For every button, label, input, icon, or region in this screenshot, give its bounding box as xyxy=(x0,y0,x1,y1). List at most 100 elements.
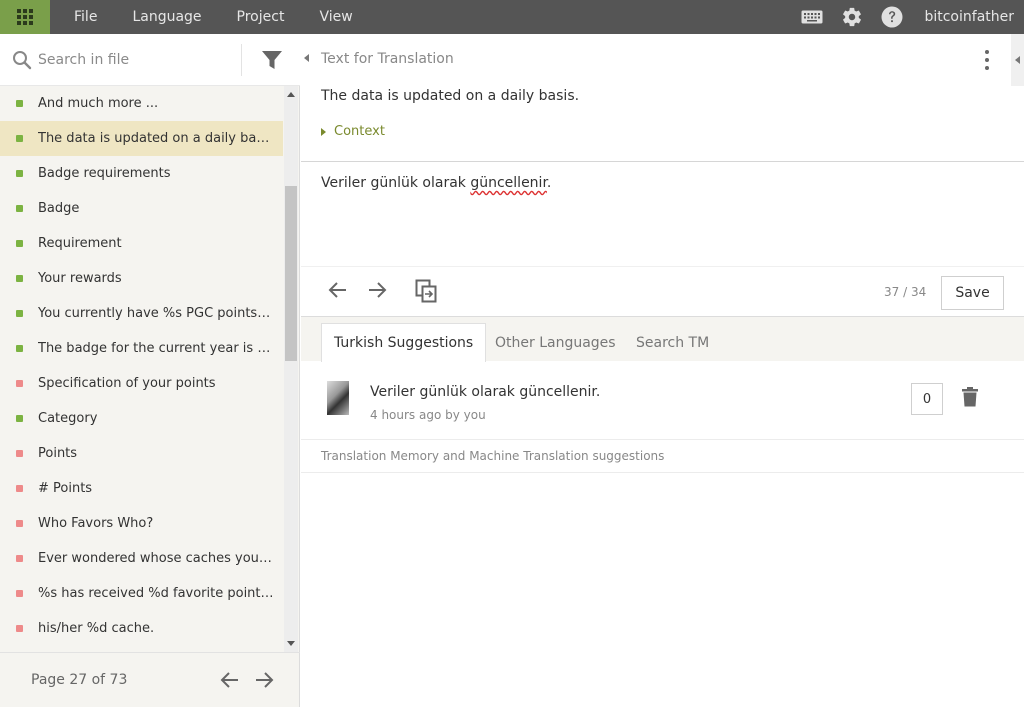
page-indicator: Page 27 of 73 xyxy=(31,672,128,688)
editor-toolbar: 37 / 34 Save xyxy=(301,266,1024,316)
collapse-right-arrow-icon xyxy=(1015,56,1020,64)
search-bar xyxy=(0,34,300,86)
list-item-text: The data is updated on a daily basis. xyxy=(38,131,274,146)
list-item[interactable]: You currently have %s PGC points, wh... xyxy=(0,296,283,331)
trash-icon[interactable] xyxy=(962,387,978,407)
previous-string-arrow-icon[interactable] xyxy=(328,281,348,299)
scroll-thumb[interactable] xyxy=(285,186,297,361)
collapse-left-arrow-icon[interactable] xyxy=(304,54,309,62)
filter-icon xyxy=(262,51,282,69)
filter-button[interactable] xyxy=(258,48,286,72)
status-dot-translated xyxy=(16,170,23,177)
source-header-title: Text for Translation xyxy=(321,51,454,67)
list-item-text: Category xyxy=(38,411,98,426)
keyboard-icon xyxy=(801,10,823,24)
list-item-text: Badge requirements xyxy=(38,166,171,181)
source-header: Text for Translation xyxy=(301,34,1024,86)
list-item[interactable]: Who Favors Who? xyxy=(0,506,283,541)
list-item[interactable]: And much more ... xyxy=(0,86,283,121)
list-item-text: Your rewards xyxy=(38,271,122,286)
list-item-text: And much more ... xyxy=(38,96,159,111)
list-item[interactable]: %s has received %d favorite point on xyxy=(0,576,283,611)
search-input[interactable] xyxy=(38,46,234,74)
list-item[interactable]: Points xyxy=(0,436,283,471)
list-item[interactable]: Your rewards xyxy=(0,261,283,296)
scroll-up-arrow-icon[interactable] xyxy=(287,92,295,97)
menu-project[interactable]: Project xyxy=(237,9,285,25)
tab-turkish-suggestions[interactable]: Turkish Suggestions xyxy=(321,323,487,362)
tm-mt-note-text: Translation Memory and Machine Translati… xyxy=(321,449,665,463)
list-item-text: %s has received %d favorite point on xyxy=(38,586,274,601)
status-dot-untranslated xyxy=(16,450,23,457)
list-item[interactable]: Category xyxy=(0,401,283,436)
scroll-down-arrow-icon[interactable] xyxy=(287,641,295,646)
top-right-tools: bitcoinfather xyxy=(792,0,1024,34)
previous-page-arrow-icon[interactable] xyxy=(220,671,240,689)
list-item[interactable]: Specification of your points xyxy=(0,366,283,401)
help-button[interactable] xyxy=(872,0,912,34)
list-item-text: his/her %d cache. xyxy=(38,621,155,636)
list-item-text: Specification of your points xyxy=(38,376,216,391)
settings-button[interactable] xyxy=(832,0,872,34)
list-item-text: Points xyxy=(38,446,78,461)
status-dot-untranslated xyxy=(16,520,23,527)
list-item[interactable]: Requirement xyxy=(0,226,283,261)
caret-right-icon xyxy=(321,127,326,136)
context-label: Context xyxy=(334,124,385,139)
list-item-text: # Points xyxy=(38,481,93,496)
status-dot-untranslated xyxy=(16,555,23,562)
translation-editor[interactable]: Veriler günlük olarak güncellenir. xyxy=(321,175,551,191)
source-divider xyxy=(301,161,1024,162)
suggestion-item[interactable]: Veriler günlük olarak güncellenir. 4 hou… xyxy=(301,361,1024,440)
status-dot-translated xyxy=(16,310,23,317)
list-item[interactable]: Ever wondered whose caches you like... xyxy=(0,541,283,576)
menu-view[interactable]: View xyxy=(319,9,352,25)
help-icon xyxy=(881,6,903,28)
list-item-text: Ever wondered whose caches you like... xyxy=(38,551,274,566)
misspelled-word: güncellenir xyxy=(470,175,547,191)
menu-file[interactable]: File xyxy=(74,9,97,25)
next-page-arrow-icon[interactable] xyxy=(254,671,274,689)
list-item[interactable]: The badge for the current year is preli.… xyxy=(0,331,283,366)
list-item[interactable]: Badge xyxy=(0,191,283,226)
list-item-text: Who Favors Who? xyxy=(38,516,154,531)
status-dot-translated xyxy=(16,205,23,212)
copy-source-icon[interactable] xyxy=(415,279,437,303)
suggestion-meta: 4 hours ago by you xyxy=(370,408,486,422)
status-dot-untranslated xyxy=(16,625,23,632)
list-item[interactable]: # Points xyxy=(0,471,283,506)
source-text: The data is updated on a daily basis. xyxy=(321,88,580,104)
list-item[interactable]: his/her %d cache. xyxy=(0,611,283,646)
keyboard-shortcuts-button[interactable] xyxy=(792,0,832,34)
tab-other-languages[interactable]: Other Languages xyxy=(483,323,628,362)
tab-search-tm[interactable]: Search TM xyxy=(624,323,721,362)
search-separator xyxy=(241,44,242,76)
editor-panel: Text for Translation The data is updated… xyxy=(301,34,1024,707)
list-item-text: Badge xyxy=(38,201,80,216)
list-item-selected[interactable]: The data is updated on a daily basis. xyxy=(0,121,283,156)
avatar xyxy=(327,381,349,415)
suggestion-text: Veriler günlük olarak güncellenir. xyxy=(370,384,601,400)
apps-grid-button[interactable] xyxy=(0,0,50,34)
list-item[interactable]: Badge requirements xyxy=(0,156,283,191)
username[interactable]: bitcoinfather xyxy=(924,9,1014,25)
status-dot-translated xyxy=(16,100,23,107)
next-string-arrow-icon[interactable] xyxy=(367,281,387,299)
status-dot-translated xyxy=(16,345,23,352)
gear-icon xyxy=(843,7,862,27)
vote-count-button[interactable]: 0 xyxy=(911,383,943,415)
save-button[interactable]: Save xyxy=(941,276,1004,310)
more-options-icon[interactable] xyxy=(981,50,993,70)
menu-language[interactable]: Language xyxy=(132,9,201,25)
right-panel-toggle[interactable] xyxy=(1011,34,1024,86)
list-scrollbar[interactable] xyxy=(284,86,298,652)
search-icon xyxy=(13,51,32,70)
top-bar: File Language Project View bitcoinfather xyxy=(0,0,1024,34)
string-list-panel: And much more ... The data is updated on… xyxy=(0,34,300,707)
apps-grid-icon xyxy=(17,9,33,25)
context-toggle[interactable]: Context xyxy=(321,124,385,139)
pager: Page 27 of 73 xyxy=(0,652,300,707)
status-dot-untranslated xyxy=(16,380,23,387)
status-dot-translated xyxy=(16,240,23,247)
main-menu: File Language Project View xyxy=(74,9,388,25)
